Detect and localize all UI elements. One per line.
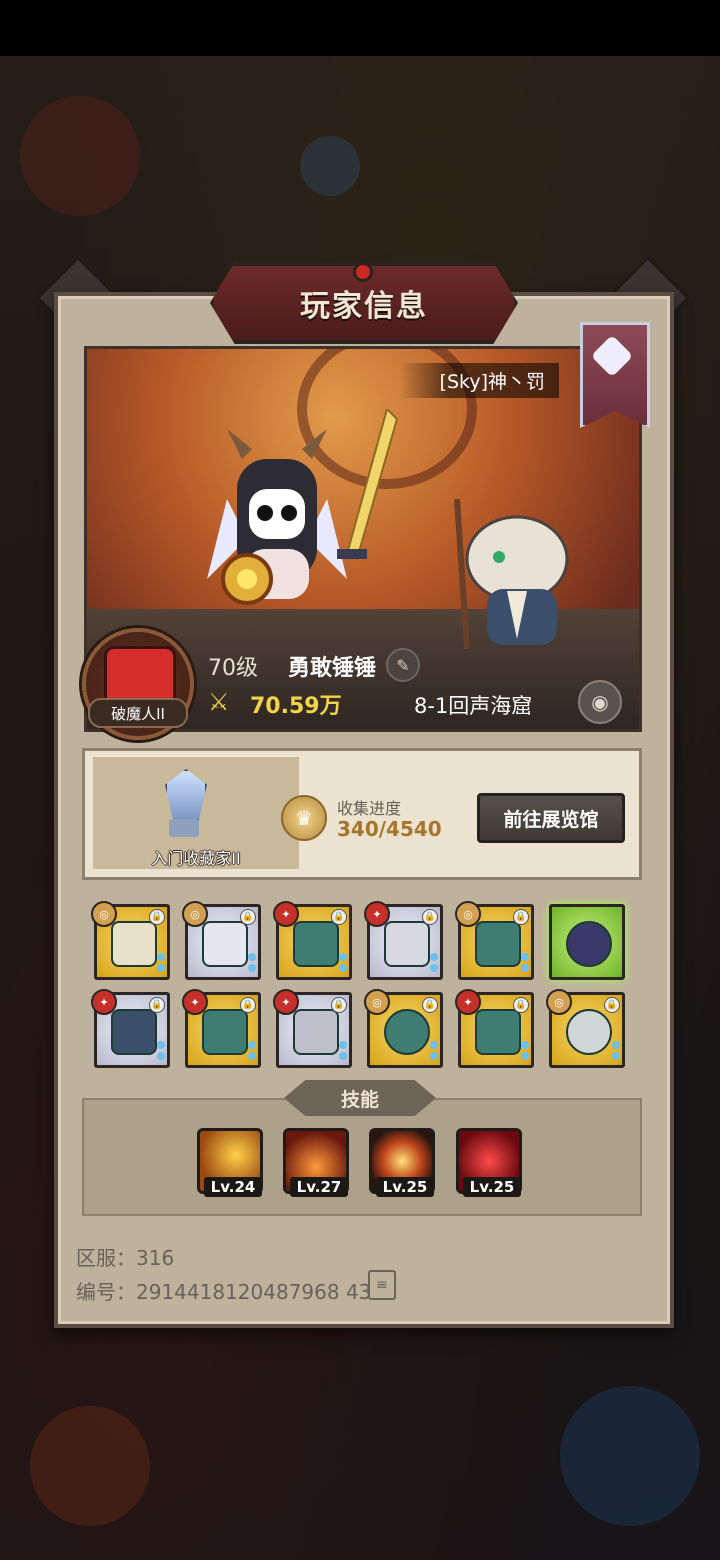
skill-level: Lv.25 [463, 1177, 521, 1197]
equipment-slot[interactable]: ◎ 🔒 [182, 901, 261, 980]
skills-header: 技能 [284, 1080, 436, 1116]
stage-progress: 8-1回声海窟 [414, 694, 533, 718]
equipment-slot[interactable]: ✦ 🔒 [364, 901, 443, 980]
equipment-slot[interactable]: ✦ 🔒 [455, 989, 534, 1068]
rank-emblem-icon [590, 334, 634, 378]
collector-badge-area[interactable]: 入门收藏家II [93, 757, 299, 869]
combat-power: 70.59万 [250, 694, 342, 719]
feather-icon[interactable]: ✎ [386, 648, 420, 682]
eye-icon[interactable]: ◉ [578, 680, 622, 724]
equipment-slot[interactable] [549, 904, 625, 980]
skill-slot[interactable]: Lv.24 [197, 1128, 263, 1197]
collector-title: 入门收藏家II [151, 849, 241, 868]
dialog-title: 玩家信息 [300, 289, 428, 324]
skill-slot[interactable]: Lv.25 [456, 1128, 522, 1197]
copy-icon[interactable]: ≡ [368, 1270, 396, 1300]
collector-trophy-icon [155, 769, 213, 839]
player-nickname: 勇敢锤锤 [288, 656, 377, 681]
skill-level: Lv.25 [376, 1177, 434, 1197]
skill-slot[interactable]: Lv.27 [283, 1128, 349, 1197]
player-level: 70级 [208, 656, 258, 681]
collection-progress-label: 收集进度 [337, 799, 402, 818]
skill-level: Lv.24 [204, 1177, 262, 1197]
skill-level: Lv.27 [290, 1177, 348, 1197]
server-id: 区服：316 [76, 1246, 175, 1270]
collection-section: 入门收藏家II ♛ 收集进度 340/4540 前往展览馆 [82, 748, 642, 880]
trophy-icon: ♛ [281, 795, 327, 841]
status-bar [0, 0, 720, 56]
equipment-slot[interactable]: ◎ 🔒 [455, 901, 534, 980]
equipment-slot[interactable]: ✦ 🔒 [182, 989, 261, 1068]
go-to-gallery-button[interactable]: 前往展览馆 [477, 793, 625, 843]
sword-icon [337, 409, 399, 561]
avatar-title: 破魔人II [88, 698, 188, 728]
gem-icon [353, 262, 373, 282]
power-swords-icon: ⚔ [208, 688, 230, 716]
player-id: 编号：2914418120487968 43 [76, 1280, 372, 1304]
equipment-slot[interactable]: ◎ 🔒 [91, 901, 170, 980]
equipment-slot[interactable]: ◎ 🔒 [364, 989, 443, 1068]
equipment-slot[interactable]: ✦ 🔒 [273, 989, 352, 1068]
equipment-grid: ◎ 🔒 ◎ 🔒 ✦ 🔒 ✦ 🔒 ◎ 🔒 ✦ 🔒 ✦ 🔒 ✦ 🔒 ◎ 🔒 ✦ 🔒 ◎ 🔒 [91, 901, 628, 1070]
equipment-slot[interactable]: ✦ 🔒 [273, 901, 352, 980]
player-name: [Sky]神丶罚 [399, 363, 559, 398]
skill-slot[interactable]: Lv.25 [369, 1128, 435, 1197]
collection-progress-value: 340/4540 [337, 817, 442, 841]
cat-sage-character [454, 499, 569, 649]
equipment-slot[interactable]: ◎ 🔒 [546, 989, 625, 1068]
equipment-slot[interactable]: ✦ 🔒 [91, 989, 170, 1068]
